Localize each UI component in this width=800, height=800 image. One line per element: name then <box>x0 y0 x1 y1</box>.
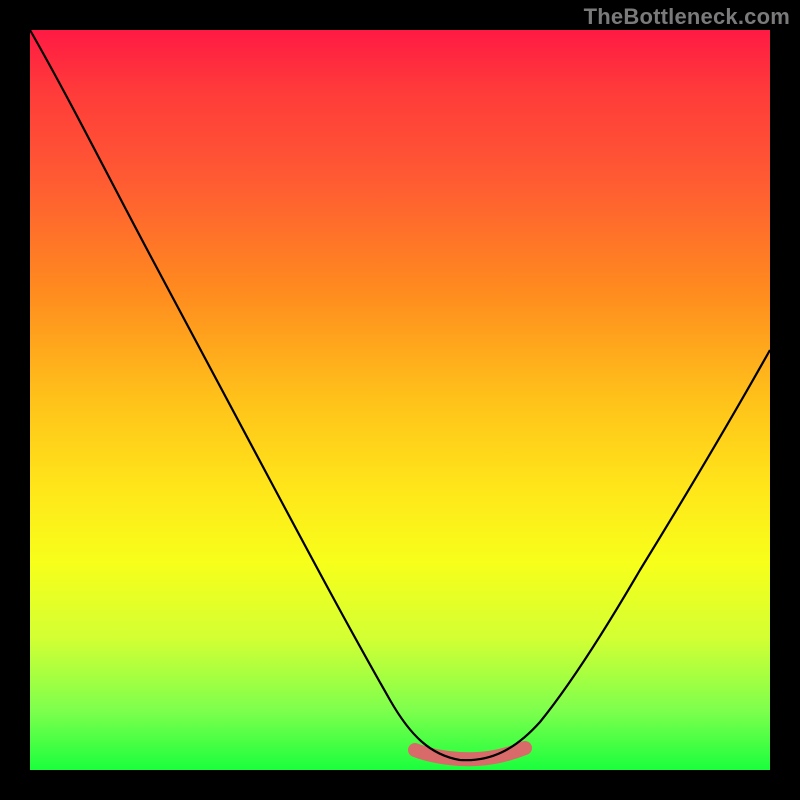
chart-frame: TheBottleneck.com <box>0 0 800 800</box>
plot-area <box>30 30 770 770</box>
watermark-text: TheBottleneck.com <box>584 4 790 30</box>
curve-svg <box>30 30 770 770</box>
bottleneck-curve <box>30 30 770 760</box>
